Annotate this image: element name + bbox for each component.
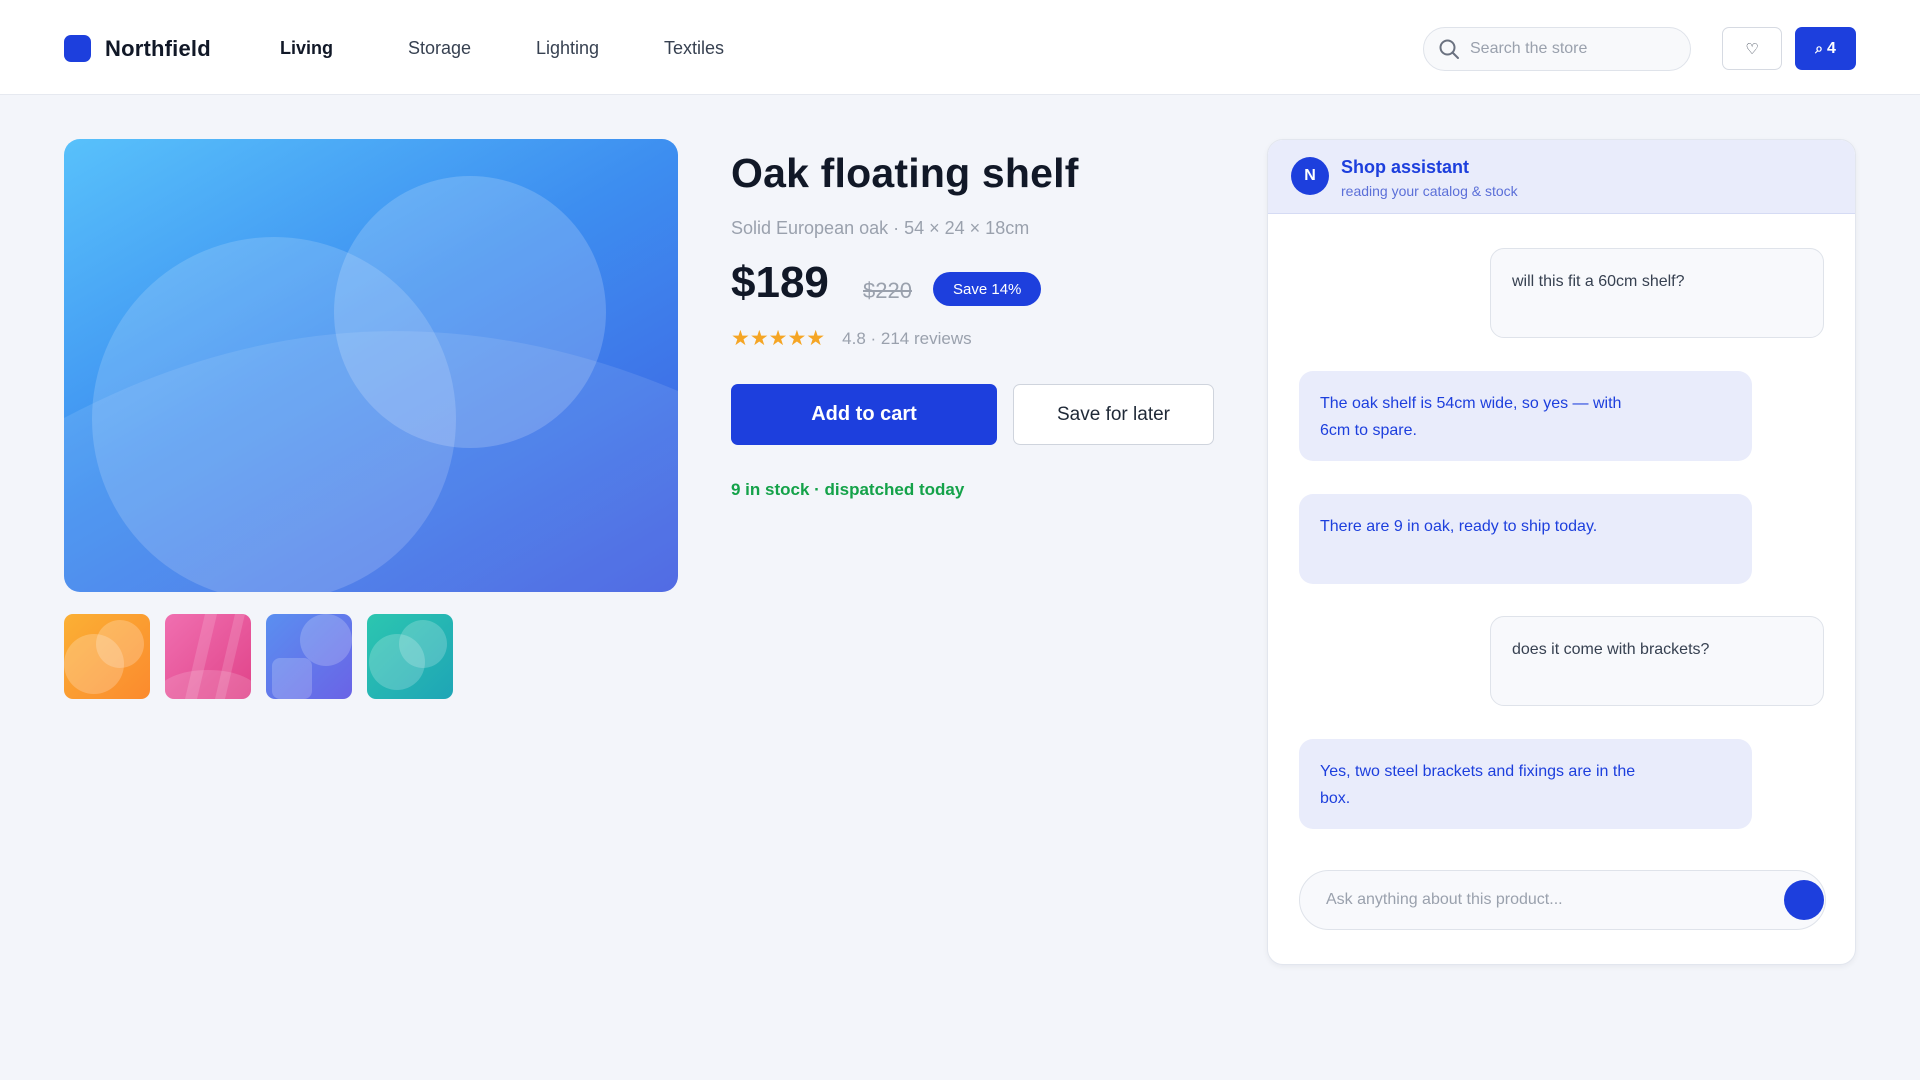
assistant-message: The oak shelf is 54cm wide, so yes — wit… xyxy=(1299,371,1752,461)
product-rating[interactable]: ★★★★★ 4.8 · 214 reviews xyxy=(731,326,972,351)
discount-badge: Save 14% xyxy=(933,272,1042,306)
rating-stars-icon: ★★★★★ xyxy=(731,327,826,350)
thumbnail-4[interactable] xyxy=(367,614,453,699)
assistant-subtitle: reading your catalog & stock xyxy=(1341,183,1518,199)
user-message: does it come with brackets? xyxy=(1490,616,1824,706)
save-for-later-button[interactable]: Save for later xyxy=(1013,384,1214,445)
thumbnail-3[interactable] xyxy=(266,614,352,699)
nav-item-textiles[interactable]: Textiles xyxy=(664,38,724,59)
assistant-panel: N Shop assistant reading your catalog & … xyxy=(1267,139,1856,965)
thumbnail-2[interactable] xyxy=(165,614,251,699)
search-icon xyxy=(1439,39,1459,59)
add-to-cart-button[interactable]: Add to cart xyxy=(731,384,997,445)
assistant-avatar: N xyxy=(1291,157,1329,195)
assistant-name: Shop assistant xyxy=(1341,157,1470,177)
nav-item-living[interactable]: Living xyxy=(280,38,408,59)
thumbnail-art xyxy=(266,614,352,699)
product-price: $189 xyxy=(731,258,829,307)
chat-input[interactable] xyxy=(1326,891,1746,909)
product-title: Oak floating shelf xyxy=(731,150,1079,196)
stock-status: 9 in stock · dispatched today xyxy=(731,480,965,499)
brand-name: Northfield xyxy=(105,35,211,61)
user-message: will this fit a 60cm shelf? xyxy=(1490,248,1824,338)
assistant-header: N Shop assistant reading your catalog & … xyxy=(1268,140,1855,214)
cart-count: 4 xyxy=(1826,39,1836,57)
main-nav: Living Storage Lighting Textiles xyxy=(280,38,724,59)
assistant-message: Yes, two steel brackets and fixings are … xyxy=(1299,739,1752,829)
thumbnail-strip xyxy=(64,614,468,699)
product-image-art xyxy=(64,176,678,592)
brand-logo[interactable]: Northfield xyxy=(64,35,211,62)
nav-item-lighting[interactable]: Lighting xyxy=(536,38,664,59)
send-button[interactable] xyxy=(1784,880,1824,920)
rating-text: 4.8 · 214 reviews xyxy=(842,328,972,348)
thumbnail-art xyxy=(367,614,453,699)
thumbnail-art xyxy=(165,614,251,699)
old-price: $220 xyxy=(863,278,912,303)
chat-composer xyxy=(1299,870,1826,930)
assistant-message: There are 9 in oak, ready to ship today. xyxy=(1299,494,1752,584)
product-main-image[interactable] xyxy=(64,139,678,592)
product-subtitle: Solid European oak · 54 × 24 × 18cm xyxy=(731,218,1030,238)
top-header: Northfield Living Storage Lighting Texti… xyxy=(0,0,1920,95)
nav-item-storage[interactable]: Storage xyxy=(408,38,536,59)
search-input[interactable] xyxy=(1470,40,1670,58)
thumbnail-1[interactable] xyxy=(64,614,150,699)
cart-button[interactable]: ⌕ 4 xyxy=(1795,27,1856,70)
logo-mark-icon xyxy=(64,35,91,62)
wishlist-button[interactable]: ♡ xyxy=(1722,27,1782,70)
search-box[interactable] xyxy=(1423,27,1691,71)
heart-icon: ♡ xyxy=(1745,40,1759,58)
cart-icon: ⌕ xyxy=(1815,40,1823,56)
thumbnail-art xyxy=(64,614,150,699)
